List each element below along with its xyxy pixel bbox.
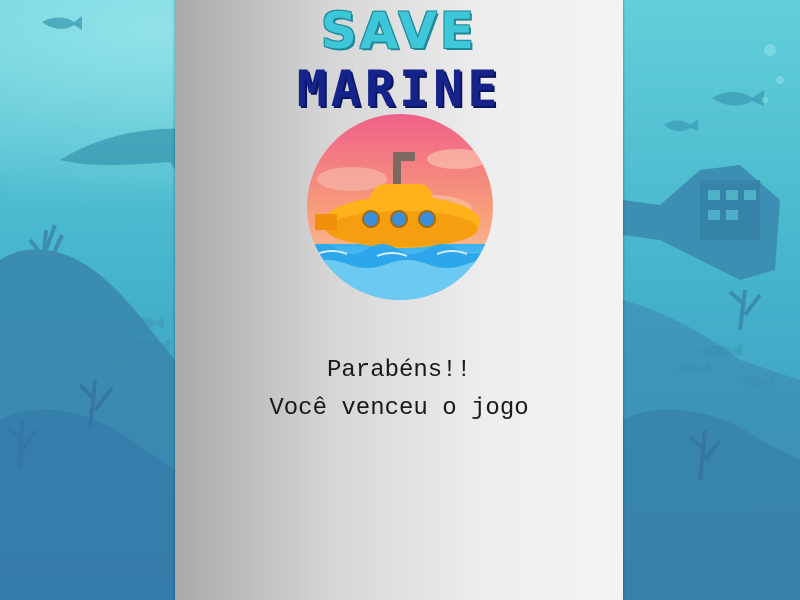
game-title-marine: MARINE bbox=[296, 60, 502, 118]
win-message-subtitle: Você venceu o jogo bbox=[269, 395, 529, 422]
game-title-save: SAVE bbox=[320, 2, 478, 60]
win-message-title: Parabéns!! bbox=[326, 357, 472, 384]
submarine-icon bbox=[307, 114, 493, 300]
game-panel: SAVE MARINE Parabéns!! Você venceu o jog… bbox=[175, 0, 623, 600]
